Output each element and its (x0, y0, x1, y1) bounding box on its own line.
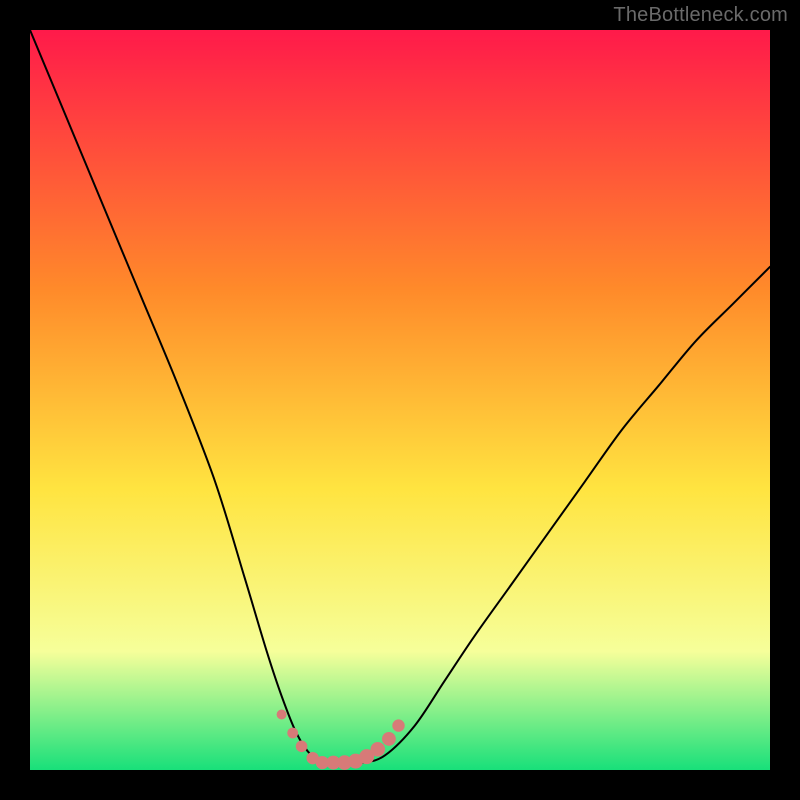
chart-stage: TheBottleneck.com (0, 0, 800, 800)
bottleneck-chart (0, 0, 800, 800)
trough-dot (392, 719, 404, 731)
trough-dot (296, 741, 308, 753)
trough-dot (287, 728, 298, 739)
trough-dot (277, 710, 287, 720)
trough-dot (382, 732, 396, 746)
trough-dot (371, 742, 386, 757)
plot-background (30, 30, 770, 770)
